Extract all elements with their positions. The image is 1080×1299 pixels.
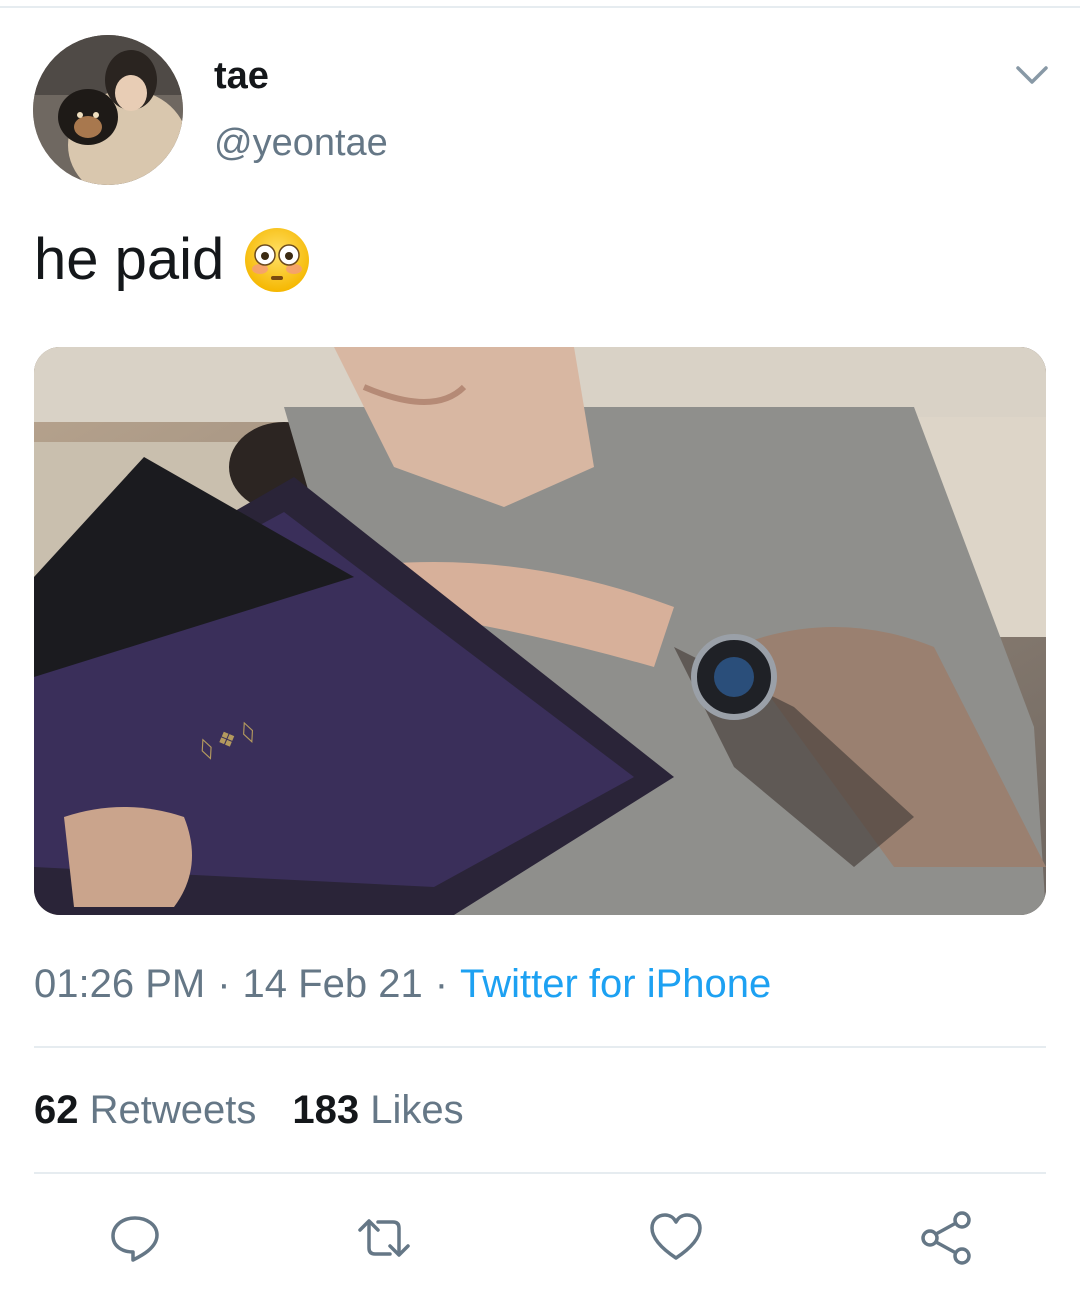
tweet-date: 14 Feb 21 [242,962,423,1006]
retweets-stat[interactable]: 62 Retweets [34,1088,256,1132]
tweet-photo[interactable]: ◊ ❖ ◊ [34,347,1046,915]
tweet-time: 01:26 PM [34,962,206,1006]
meta-separator: · [434,962,449,1006]
likes-count: 183 [292,1088,360,1132]
divider [34,1172,1046,1174]
tweet-meta: 01:26 PM · 14 Feb 21 · Twitter for iPhone [34,962,771,1007]
retweet-icon[interactable] [356,1210,412,1266]
share-icon[interactable] [918,1210,974,1266]
meta-separator: · [217,962,231,1006]
like-icon[interactable] [648,1210,704,1266]
chevron-down-icon[interactable] [1012,60,1052,90]
display-name[interactable]: tae [214,55,269,98]
avatar[interactable] [33,35,183,185]
tweet-source-link[interactable]: Twitter for iPhone [460,962,771,1006]
reply-icon[interactable] [107,1210,163,1266]
likes-stat[interactable]: 183 Likes [292,1088,463,1132]
tweet-text: he paid [34,225,312,295]
likes-label: Likes [370,1088,464,1132]
flushed-face-icon [245,228,310,292]
divider [34,1046,1046,1048]
tweet-text-body: he paid [34,227,225,292]
retweets-count: 62 [34,1088,79,1132]
user-handle[interactable]: @yeontae [214,122,388,165]
tweet-stats: 62 Retweets 183 Likes [34,1088,500,1133]
top-divider [0,6,1080,8]
retweets-label: Retweets [89,1088,257,1132]
